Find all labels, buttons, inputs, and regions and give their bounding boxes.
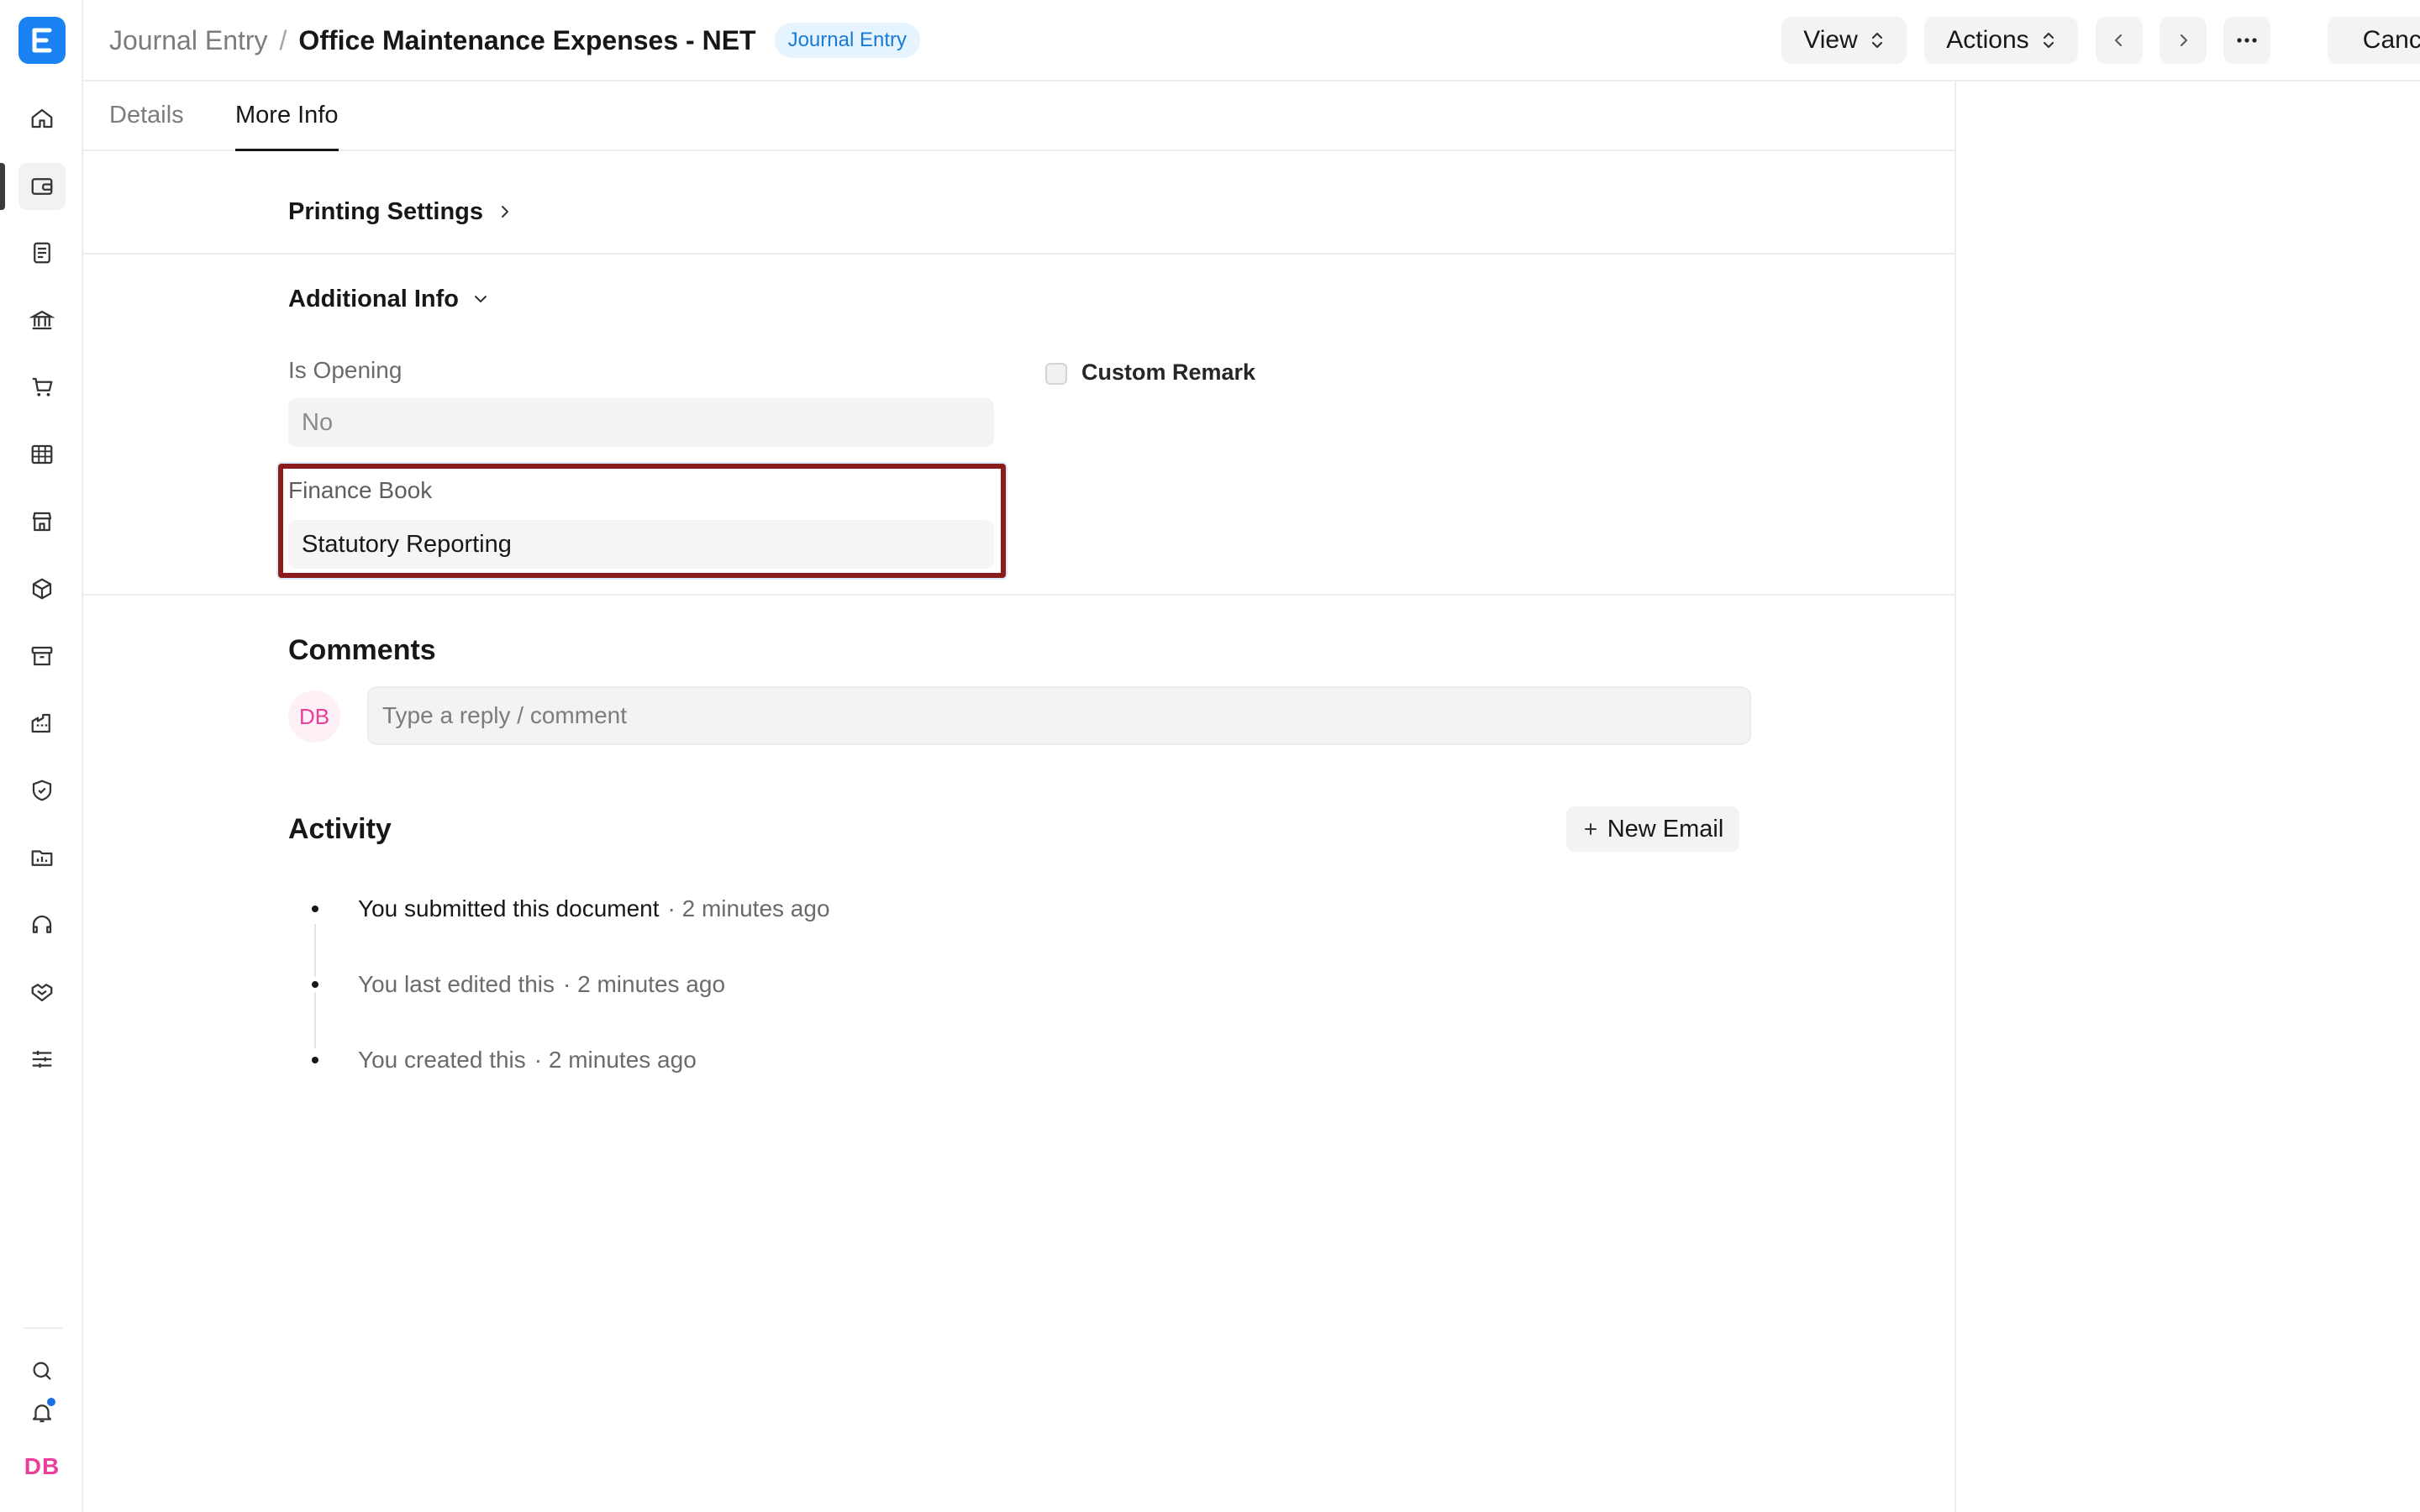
- sidebar-item-crm[interactable]: [18, 969, 66, 1016]
- sidebar-separator: [24, 1327, 62, 1329]
- chevron-right-icon: [502, 206, 508, 218]
- timeline-dot: [308, 901, 323, 916]
- sidebar-item-support[interactable]: [18, 901, 66, 948]
- bank-icon: [29, 310, 55, 330]
- new-email-label: New Email: [1607, 815, 1724, 843]
- comment-avatar: DB: [288, 690, 340, 743]
- sidebar-item-projects[interactable]: [18, 834, 66, 881]
- chevron-right-icon: [2181, 34, 2187, 46]
- building-icon: [31, 713, 50, 733]
- search-icon: [33, 1362, 51, 1380]
- sidebar-item-settings[interactable]: [18, 1036, 66, 1083]
- active-indicator: [0, 163, 5, 210]
- actions-button-label: Actions: [1946, 26, 2029, 54]
- sidebar-item-manufacturing[interactable]: [18, 700, 66, 747]
- page-title: Office Maintenance Expenses - NET: [298, 24, 756, 55]
- finance-book-field[interactable]: Statutory Reporting: [288, 520, 994, 569]
- notification-dot: [45, 1396, 57, 1408]
- custom-remark-label: Custom Remark: [1081, 360, 1256, 385]
- activity-text: You created this: [358, 1047, 526, 1073]
- sliders-icon: [32, 1051, 52, 1068]
- next-record-button[interactable]: [2160, 17, 2207, 64]
- handshake-icon: [31, 984, 53, 1002]
- page-header: Journal Entry / Office Maintenance Expen…: [83, 0, 2420, 81]
- activity-item: You last edited this · 2 minutes ago: [308, 971, 725, 998]
- comment-input[interactable]: [367, 686, 1751, 745]
- sidebar-search[interactable]: [18, 1347, 66, 1394]
- new-email-button[interactable]: New Email: [1566, 806, 1739, 852]
- package-icon: [32, 578, 52, 600]
- chevron-updown-icon: [1871, 32, 1882, 49]
- headset-icon: [32, 915, 52, 933]
- app-logo[interactable]: [18, 17, 66, 64]
- sidebar-item-reports[interactable]: [18, 431, 66, 478]
- sidebar-item-banking[interactable]: [18, 297, 66, 344]
- cart-icon: [32, 377, 53, 396]
- view-button[interactable]: View: [1781, 17, 1907, 64]
- sidebar-item-selling[interactable]: [18, 498, 66, 545]
- previous-record-button[interactable]: [2096, 17, 2143, 64]
- view-button-label: View: [1803, 26, 1858, 54]
- comments-title: Comments: [288, 634, 436, 666]
- activity-item: You submitted this document · 2 minutes …: [308, 895, 830, 922]
- section-divider: [83, 594, 1954, 596]
- folder-chart-icon: [31, 850, 53, 866]
- cancel-button[interactable]: Cancel: [2328, 17, 2420, 64]
- sidebar-item-assets[interactable]: [18, 633, 66, 680]
- timeline-dot: [308, 1053, 323, 1068]
- ellipsis-icon: [2237, 38, 2257, 43]
- section-divider: [83, 253, 1954, 255]
- doctype-badge: Journal Entry: [774, 23, 920, 58]
- activity-item: You created this · 2 minutes ago: [308, 1047, 697, 1074]
- chevron-down-icon: [474, 296, 487, 302]
- activity-title: Activity: [288, 813, 392, 845]
- sidebar-item-stock[interactable]: [18, 565, 66, 612]
- sidebar-item-documents[interactable]: [18, 229, 66, 276]
- home-icon: [31, 108, 53, 129]
- sidebar-item-home[interactable]: [18, 95, 66, 142]
- store-icon: [32, 512, 52, 532]
- document-icon: [34, 242, 50, 264]
- erpnext-logo-icon: [32, 28, 52, 53]
- form-tabs: Details More Info: [83, 81, 1955, 151]
- sidebar-notifications[interactable]: [18, 1389, 66, 1436]
- sidebar: DB: [0, 0, 83, 1512]
- sidebar-item-accounting[interactable]: [18, 163, 66, 210]
- custom-remark-checkbox[interactable]: [1045, 363, 1067, 385]
- breadcrumb-separator: /: [279, 24, 287, 55]
- tab-details[interactable]: Details: [109, 81, 184, 150]
- shield-icon: [32, 780, 52, 801]
- breadcrumb-parent-link[interactable]: Journal Entry: [109, 25, 268, 56]
- user-avatar[interactable]: DB: [18, 1443, 66, 1490]
- finance-book-label: Finance Book: [288, 477, 433, 503]
- more-options-button[interactable]: [2223, 17, 2270, 64]
- section-title-label: Additional Info: [288, 285, 459, 312]
- section-title-label: Printing Settings: [288, 197, 483, 225]
- activity-text: You submitted this document: [358, 895, 660, 921]
- activity-text: You last edited this: [358, 971, 555, 997]
- section-printing-settings[interactable]: Printing Settings: [288, 197, 513, 227]
- timeline-dot: [308, 977, 323, 992]
- activity-time: · 2 minutes ago: [667, 895, 830, 921]
- wallet-icon: [31, 178, 53, 195]
- activity-time: · 2 minutes ago: [563, 971, 726, 997]
- table-icon: [31, 444, 53, 465]
- actions-button[interactable]: Actions: [1924, 17, 2078, 64]
- sidebar-item-buying[interactable]: [18, 364, 66, 411]
- is-opening-label: Is Opening: [288, 357, 402, 383]
- activity-time: · 2 minutes ago: [534, 1047, 697, 1073]
- section-additional-info[interactable]: Additional Info: [288, 284, 489, 314]
- sidebar-item-quality[interactable]: [18, 767, 66, 814]
- tab-more-info[interactable]: More Info: [235, 81, 339, 151]
- chevron-left-icon: [2115, 34, 2122, 46]
- is-opening-field[interactable]: No: [288, 398, 994, 447]
- plus-icon: [1584, 823, 1597, 835]
- sidebar-divider: [1954, 81, 1956, 1512]
- archive-icon: [31, 646, 53, 666]
- chevron-updown-icon: [2043, 32, 2054, 49]
- breadcrumb: Journal Entry / Office Maintenance Expen…: [109, 0, 920, 81]
